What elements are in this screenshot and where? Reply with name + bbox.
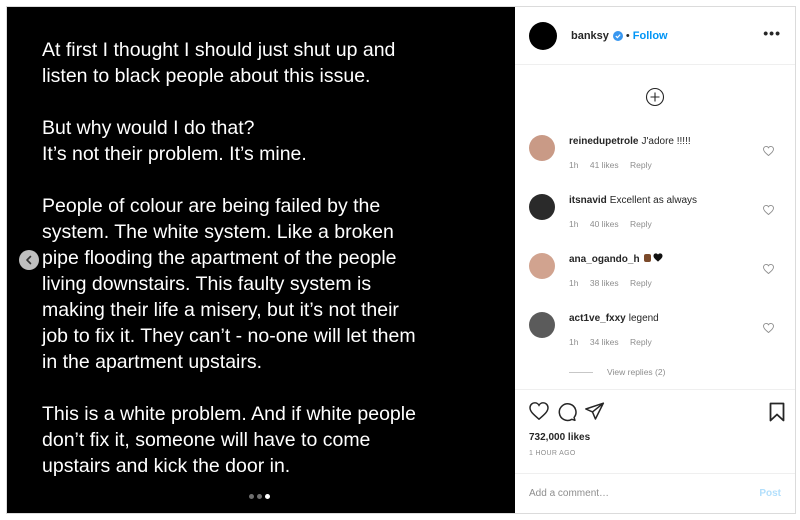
comment-username[interactable]: reinedupetrole bbox=[569, 136, 638, 147]
avatar[interactable] bbox=[529, 194, 555, 220]
text-line: don’t fix it, someone will have to come bbox=[42, 429, 371, 451]
comment-likes[interactable]: 38 likes bbox=[590, 278, 619, 288]
comment-text: ana_ogando_h bbox=[569, 253, 769, 266]
comment-meta: 1h 34 likes Reply bbox=[569, 337, 769, 347]
more-options-icon[interactable]: ••• bbox=[763, 25, 781, 41]
view-replies-label: View replies (2) bbox=[607, 367, 666, 377]
comment-meta: 1h 41 likes Reply bbox=[569, 160, 769, 170]
likes-count[interactable]: 732,000 likes bbox=[529, 432, 590, 443]
heart-icon[interactable] bbox=[763, 261, 774, 279]
comment-meta: 1h 40 likes Reply bbox=[569, 219, 769, 229]
carousel-prev-button[interactable] bbox=[19, 250, 39, 270]
avatar[interactable] bbox=[529, 135, 555, 161]
text-line: listen to black people about this issue. bbox=[42, 65, 371, 87]
avatar[interactable] bbox=[529, 21, 557, 50]
separator: • bbox=[625, 29, 630, 42]
paragraph: At first I thought I should just shut up… bbox=[42, 37, 492, 89]
comment-text: itsnavid Excellent as always bbox=[569, 194, 769, 207]
bookmark-icon[interactable] bbox=[769, 402, 785, 422]
post-actions: 732,000 likes 1 HOUR AGO bbox=[515, 389, 795, 464]
comment-likes[interactable]: 40 likes bbox=[590, 219, 619, 229]
carousel-dot-active bbox=[265, 494, 270, 499]
reply-button[interactable]: Reply bbox=[630, 278, 652, 288]
reply-button[interactable]: Reply bbox=[630, 219, 652, 229]
instagram-post: At first I thought I should just shut up… bbox=[6, 6, 796, 514]
text-line: system. The white system. Like a broken bbox=[42, 221, 394, 243]
paragraph: People of colour are being failed by the… bbox=[42, 193, 492, 375]
post-header: banksy • Follow ••• bbox=[515, 7, 795, 65]
comment-likes[interactable]: 34 likes bbox=[590, 337, 619, 347]
post-timestamp: 1 HOUR AGO bbox=[529, 450, 576, 457]
divider bbox=[569, 371, 593, 373]
share-paper-plane-icon[interactable] bbox=[585, 402, 605, 422]
comment-meta: 1h 38 likes Reply bbox=[569, 278, 769, 288]
avatar[interactable] bbox=[529, 253, 555, 279]
paragraph: This is a white problem. And if white pe… bbox=[42, 401, 492, 479]
view-replies-button[interactable]: View replies (2) bbox=[569, 367, 665, 377]
comment-body: ana_ogando_h 1h 38 likes Reply bbox=[569, 253, 769, 288]
text-line: It’s not their problem. It’s mine. bbox=[42, 143, 307, 165]
text-line: But why would I do that? bbox=[42, 117, 255, 139]
text-line: At first I thought I should just shut up… bbox=[42, 39, 396, 61]
text-line: People of colour are being failed by the bbox=[42, 195, 381, 217]
text-line: in the apartment upstairs. bbox=[42, 351, 263, 373]
text-line: living downstairs. This faulty system is bbox=[42, 273, 372, 295]
username[interactable]: banksy bbox=[571, 30, 609, 42]
comment-likes[interactable]: 41 likes bbox=[590, 160, 619, 170]
comment-time: 1h bbox=[569, 160, 579, 170]
heart-icon[interactable] bbox=[763, 143, 774, 161]
comment-username[interactable]: ana_ogando_h bbox=[569, 254, 640, 265]
raised-fist-emoji-icon bbox=[643, 254, 651, 262]
comment-time: 1h bbox=[569, 337, 579, 347]
comment-content: Excellent as always bbox=[609, 195, 698, 206]
verified-badge-icon bbox=[612, 30, 623, 41]
paragraph: But why would I do that? It’s not their … bbox=[42, 115, 492, 167]
reply-button[interactable]: Reply bbox=[630, 160, 652, 170]
text-line: This is a white problem. And if white pe… bbox=[42, 403, 416, 425]
follow-button[interactable]: Follow bbox=[633, 30, 668, 42]
carousel-indicator bbox=[249, 494, 270, 499]
text-line: making their life a misery, but it’s not… bbox=[42, 299, 399, 321]
text-line: pipe flooding the apartment of the peopl… bbox=[42, 247, 397, 269]
emoji-group bbox=[643, 253, 663, 263]
add-comment-bar: Post bbox=[515, 473, 795, 513]
comment-time: 1h bbox=[569, 219, 579, 229]
comment-username[interactable]: act1ve_fxxy bbox=[569, 313, 626, 324]
carousel-dot bbox=[249, 494, 254, 499]
comment-time: 1h bbox=[569, 278, 579, 288]
comment-content: legend bbox=[628, 313, 659, 324]
post-image-text: At first I thought I should just shut up… bbox=[42, 37, 492, 479]
comment-body: act1ve_fxxy legend 1h 34 likes Reply bbox=[569, 312, 769, 347]
black-heart-emoji-icon bbox=[653, 253, 663, 262]
like-heart-icon[interactable] bbox=[529, 402, 549, 422]
comment-bubble-icon[interactable] bbox=[557, 402, 577, 422]
comment-body: itsnavid Excellent as always 1h 40 likes … bbox=[569, 194, 769, 229]
heart-icon[interactable] bbox=[763, 202, 774, 220]
reply-button[interactable]: Reply bbox=[630, 337, 652, 347]
comment-content: J'adore !!!!! bbox=[641, 136, 691, 147]
comment-text: reinedupetrole J'adore !!!!! bbox=[569, 135, 769, 148]
action-icons bbox=[529, 402, 605, 422]
comment-body: reinedupetrole J'adore !!!!! 1h 41 likes … bbox=[569, 135, 769, 170]
comment-text: act1ve_fxxy legend bbox=[569, 312, 769, 325]
post-image: At first I thought I should just shut up… bbox=[7, 7, 515, 513]
text-line: upstairs and kick the door in. bbox=[42, 455, 291, 477]
post-comment-button[interactable]: Post bbox=[759, 488, 781, 499]
comment-input[interactable] bbox=[529, 488, 760, 499]
post-side-panel: banksy • Follow ••• reinedupetrole J'ado… bbox=[515, 7, 795, 513]
text-line: job to fix it. They can’t - no-one will … bbox=[42, 325, 416, 347]
load-more-comments-icon[interactable] bbox=[645, 87, 665, 107]
avatar[interactable] bbox=[529, 312, 555, 338]
heart-icon[interactable] bbox=[763, 320, 774, 338]
comment-username[interactable]: itsnavid bbox=[569, 195, 607, 206]
carousel-dot bbox=[257, 494, 262, 499]
chevron-left-icon bbox=[26, 255, 32, 265]
